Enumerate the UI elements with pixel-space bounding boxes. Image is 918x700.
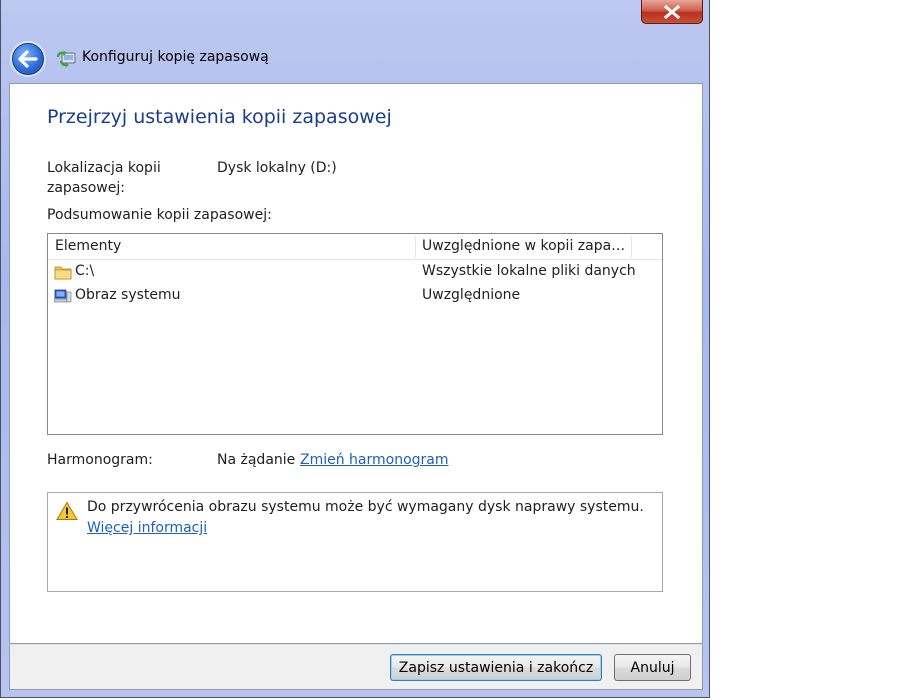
warning-icon [56, 501, 78, 520]
list-item-name: C:\ [75, 263, 95, 279]
column-divider[interactable] [631, 236, 632, 258]
backup-app-icon [56, 50, 76, 68]
column-divider[interactable] [415, 236, 416, 258]
warning-message: Do przywrócenia obrazu systemu może być … [87, 497, 657, 539]
location-value: Dysk lokalny (D:) [217, 160, 337, 176]
list-header: Elementy Uwzględnione w kopii zapasowej [48, 234, 662, 260]
save-and-exit-button[interactable]: Zapisz ustawienia i zakończ [390, 654, 602, 681]
warning-panel: Do przywrócenia obrazu systemu może być … [47, 492, 663, 592]
schedule-label: Harmonogram: [47, 452, 153, 468]
list-item[interactable]: C:\ Wszystkie lokalne pliki danych [48, 261, 662, 285]
cancel-button[interactable]: Anuluj [614, 654, 691, 681]
computer-icon [54, 289, 72, 303]
column-header-included[interactable]: Uwzględnione w kopii zapasowej [422, 238, 632, 254]
folder-icon [54, 266, 72, 280]
change-schedule-link[interactable]: Zmień harmonogram [300, 450, 449, 470]
location-label-line1: Lokalizacja kopii [47, 160, 161, 176]
window-title: Konfiguruj kopię zapasową [82, 49, 269, 65]
close-button[interactable] [641, 0, 703, 24]
list-item-included: Uwzględnione [422, 287, 521, 303]
list-item-included: Wszystkie lokalne pliki danych [422, 263, 636, 279]
close-icon [663, 4, 681, 19]
schedule-value: Na żądanie [217, 452, 296, 468]
location-label-line2: zapasowej: [47, 180, 125, 196]
summary-listview[interactable]: Elementy Uwzględnione w kopii zapasowej … [47, 233, 663, 435]
page-heading: Przejrzyj ustawienia kopii zapasowej [47, 106, 392, 128]
back-arrow-icon [18, 50, 38, 68]
list-item-name: Obraz systemu [75, 287, 181, 303]
list-item[interactable]: Obraz systemu Uwzględnione [48, 285, 662, 309]
column-header-items[interactable]: Elementy [55, 238, 121, 254]
warning-text: Do przywrócenia obrazu systemu może być … [87, 499, 644, 515]
more-info-link[interactable]: Więcej informacji [87, 520, 207, 536]
back-button[interactable] [12, 43, 44, 75]
summary-label: Podsumowanie kopii zapasowej: [47, 207, 272, 223]
